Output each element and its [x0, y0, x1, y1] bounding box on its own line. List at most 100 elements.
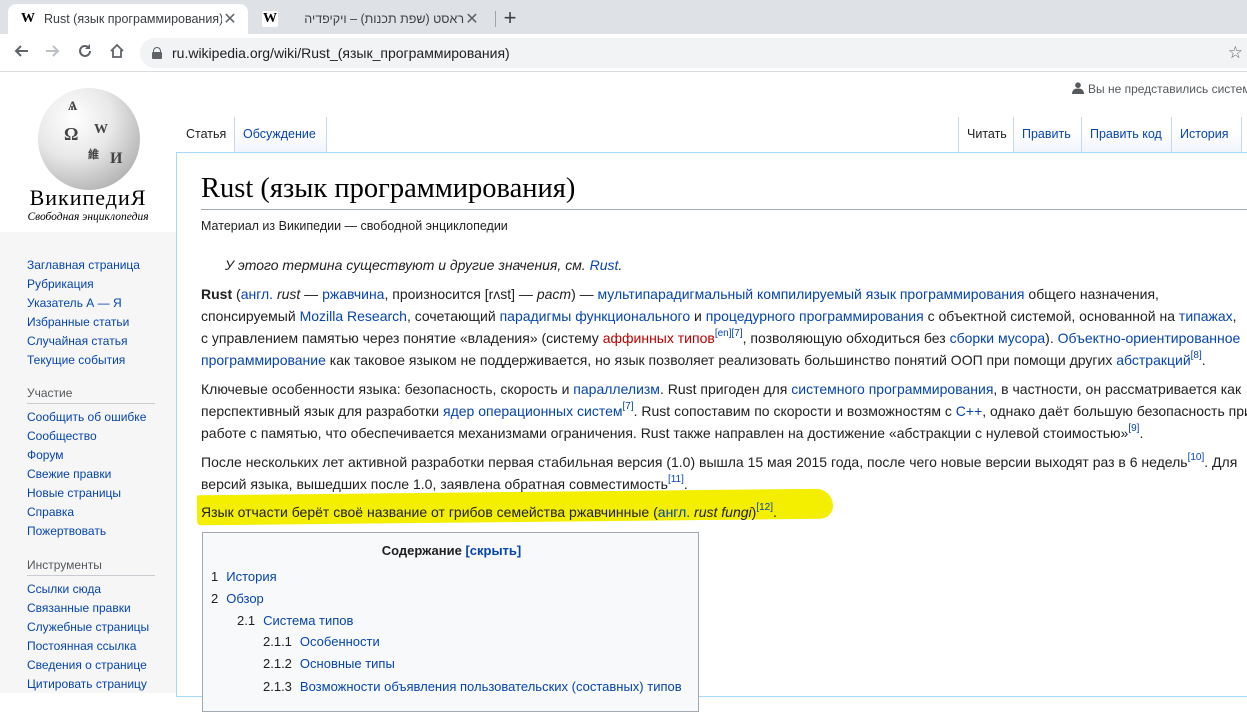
- browser-tab-strip: W Rust (язык программирования) ✕ W ראסט …: [0, 0, 1247, 34]
- sidebar: Ω W Ѧ И 維 ВикипедиЯ Свободная энциклопед…: [0, 72, 176, 693]
- link-eng[interactable]: англ.: [241, 286, 273, 302]
- sidebar-item-forum[interactable]: Форум: [27, 448, 63, 462]
- url-text[interactable]: ru.wikipedia.org/wiki/Rust_(язык_програм…: [172, 45, 1228, 61]
- link-programming-language[interactable]: язык программирования: [866, 286, 1025, 302]
- toc-item[interactable]: 2 Обзор: [211, 591, 264, 606]
- sidebar-item-report-error[interactable]: Сообщить об ошибке: [27, 410, 146, 424]
- toc-item[interactable]: 2.1.1 Особенности: [263, 634, 380, 649]
- wikipedia-wordmark: ВикипедиЯ: [29, 185, 147, 210]
- puzzle-globe-icon: Ω W Ѧ И 維: [38, 88, 140, 190]
- page-title: Rust (язык программирования): [201, 173, 576, 204]
- sidebar-item-new-pages[interactable]: Новые страницы: [27, 486, 121, 500]
- sidebar-item-main-page[interactable]: Заглавная страница: [27, 258, 140, 272]
- site-subtitle: Материал из Википедии — свободной энцикл…: [201, 219, 508, 233]
- sidebar-item-help[interactable]: Справка: [27, 505, 74, 519]
- wikipedia-logo[interactable]: Ω W Ѧ И 維 ВикипедиЯ Свободная энциклопед…: [0, 72, 176, 232]
- toc-toggle[interactable]: [скрыть]: [465, 543, 521, 558]
- hatnote: У этого термина существуют и другие знач…: [225, 257, 623, 273]
- tab-history[interactable]: История: [1172, 117, 1242, 152]
- paragraph-history: После нескольких лет активной разработки…: [201, 452, 1238, 493]
- sidebar-item-related-changes[interactable]: Связанные правки: [27, 601, 131, 615]
- toc-item[interactable]: 1 История: [211, 569, 277, 584]
- table-of-contents: Содержание [скрыть] 1 История 2 Обзор 2.1 С…: [202, 532, 699, 712]
- address-bar[interactable]: ru.wikipedia.org/wiki/Rust_(язык_програм…: [140, 38, 1247, 68]
- browser-toolbar: ru.wikipedia.org/wiki/Rust_(язык_програм…: [0, 34, 1247, 72]
- home-icon[interactable]: [104, 40, 130, 66]
- wikipedia-page: Ω W Ѧ И 維 ВикипедиЯ Свободная энциклопед…: [0, 72, 1247, 712]
- tab-edit[interactable]: Править: [1014, 117, 1082, 152]
- sidebar-item-community[interactable]: Сообщество: [27, 429, 97, 443]
- wikipedia-tagline: Свободная энциклопедия: [27, 211, 149, 223]
- link-paradigms[interactable]: парадигмы: [500, 308, 572, 324]
- link-cpp[interactable]: C++: [956, 403, 982, 419]
- sidebar-item-donate[interactable]: Пожертвовать: [27, 524, 106, 538]
- link-eng-2[interactable]: англ.: [658, 504, 690, 520]
- paragraph-intro: Rust (англ. rust — ржавчина, произноситс…: [201, 286, 1241, 368]
- close-tab-icon[interactable]: ✕: [464, 9, 480, 29]
- sidebar-item-featured[interactable]: Избранные статьи: [27, 315, 129, 329]
- sidebar-item-current-events[interactable]: Текущие события: [27, 353, 125, 367]
- article-content: Rust (язык программирования) Материал из…: [176, 152, 1247, 712]
- link-oop[interactable]: Объектно-ориентированное: [1058, 330, 1241, 346]
- ref-11[interactable]: [11]: [668, 474, 684, 485]
- user-icon: [1072, 82, 1084, 94]
- bookmark-star-icon[interactable]: ☆: [1228, 43, 1243, 63]
- paragraph-name-origin: Язык отчасти берёт своё название от гриб…: [201, 502, 777, 521]
- ref-7b[interactable]: [7]: [622, 401, 633, 412]
- tab-title: Rust (язык программирования): [44, 12, 222, 26]
- ref-en[interactable]: [en]: [715, 328, 732, 339]
- tab-title: ראסט (שפת תכנות) – ויקיפדיה: [304, 12, 464, 26]
- user-tools: Вы не представились систем: [1072, 82, 1247, 96]
- link-os-kernels[interactable]: ядер операционных систем: [443, 403, 622, 419]
- sidebar-participation-nav: Сообщить об ошибке Сообщество Форум Свеж…: [27, 408, 146, 541]
- sidebar-item-special-pages[interactable]: Служебные страницы: [27, 620, 149, 634]
- tab-read[interactable]: Читать: [958, 117, 1014, 152]
- link-affine-types[interactable]: аффинных типов: [603, 330, 715, 346]
- tab-separator: [495, 11, 496, 27]
- link-parallelism[interactable]: параллелизм: [573, 381, 660, 397]
- link-garbage-collection[interactable]: сборки мусора: [950, 330, 1046, 346]
- sidebar-item-recent-changes[interactable]: Свежие правки: [27, 467, 111, 481]
- lock-icon[interactable]: [152, 47, 162, 59]
- link-programming[interactable]: программирование: [201, 352, 326, 368]
- link-systems-programming[interactable]: системного программирования: [791, 381, 993, 397]
- wikipedia-favicon-icon: W: [262, 11, 278, 27]
- tab-edit-source[interactable]: Править код: [1082, 117, 1172, 152]
- toc-item[interactable]: 2.1 Система типов: [237, 613, 353, 628]
- sidebar-item-page-info[interactable]: Сведения о странице: [27, 658, 147, 672]
- link-rust[interactable]: ржавчина: [322, 286, 384, 302]
- sidebar-heading-tools: Инструменты: [27, 558, 155, 576]
- toc-item[interactable]: 2.1.3 Возможности объявления пользователь…: [263, 679, 682, 694]
- back-arrow-icon[interactable]: [8, 40, 34, 66]
- tab-discussion[interactable]: Обсуждение: [235, 117, 327, 152]
- browser-tab-active[interactable]: W Rust (язык программирования) ✕: [8, 4, 248, 34]
- toc-item[interactable]: 2.1.2 Основные типы: [263, 656, 395, 671]
- link-abstractions[interactable]: абстракций: [1116, 352, 1190, 368]
- link-functional[interactable]: функционального: [575, 308, 690, 324]
- close-tab-icon[interactable]: ✕: [222, 9, 238, 29]
- ref-9[interactable]: [9]: [1128, 423, 1139, 434]
- sidebar-item-permanent-link[interactable]: Постоянная ссылка: [27, 639, 136, 653]
- sidebar-item-index[interactable]: Указатель А — Я: [27, 296, 122, 310]
- forward-arrow-icon[interactable]: [40, 40, 66, 66]
- sidebar-main-nav: Заглавная страница Рубрикация Указатель …: [27, 256, 140, 370]
- paragraph-features: Ключевые особенности языка: безопасность…: [201, 381, 1247, 441]
- ref-8[interactable]: [8]: [1191, 350, 1202, 361]
- sidebar-item-cite-page[interactable]: Цитировать страницу: [27, 677, 147, 691]
- link-multiparadigm[interactable]: мультипарадигмальный: [598, 286, 754, 302]
- sidebar-item-categories[interactable]: Рубрикация: [27, 277, 94, 291]
- reload-icon[interactable]: [72, 40, 98, 66]
- ref-7[interactable]: [7]: [732, 328, 743, 339]
- link-procedural[interactable]: процедурного программирования: [706, 308, 924, 324]
- new-tab-button[interactable]: +: [498, 6, 522, 30]
- link-compiled[interactable]: компилируемый: [757, 286, 862, 302]
- link-traits[interactable]: типажах: [1179, 308, 1233, 324]
- ref-10[interactable]: [10]: [1188, 452, 1205, 463]
- hatnote-link[interactable]: Rust: [590, 257, 619, 273]
- tab-article[interactable]: Статья: [178, 117, 235, 152]
- ref-12[interactable]: [12]: [756, 502, 773, 513]
- sidebar-item-what-links-here[interactable]: Ссылки сюда: [27, 582, 101, 596]
- sidebar-item-random[interactable]: Случайная статья: [27, 334, 127, 348]
- link-mozilla-research[interactable]: Mozilla Research: [300, 308, 407, 324]
- browser-tab-inactive[interactable]: W ראסט (שפת תכנות) – ויקיפדיה ✕: [250, 4, 490, 34]
